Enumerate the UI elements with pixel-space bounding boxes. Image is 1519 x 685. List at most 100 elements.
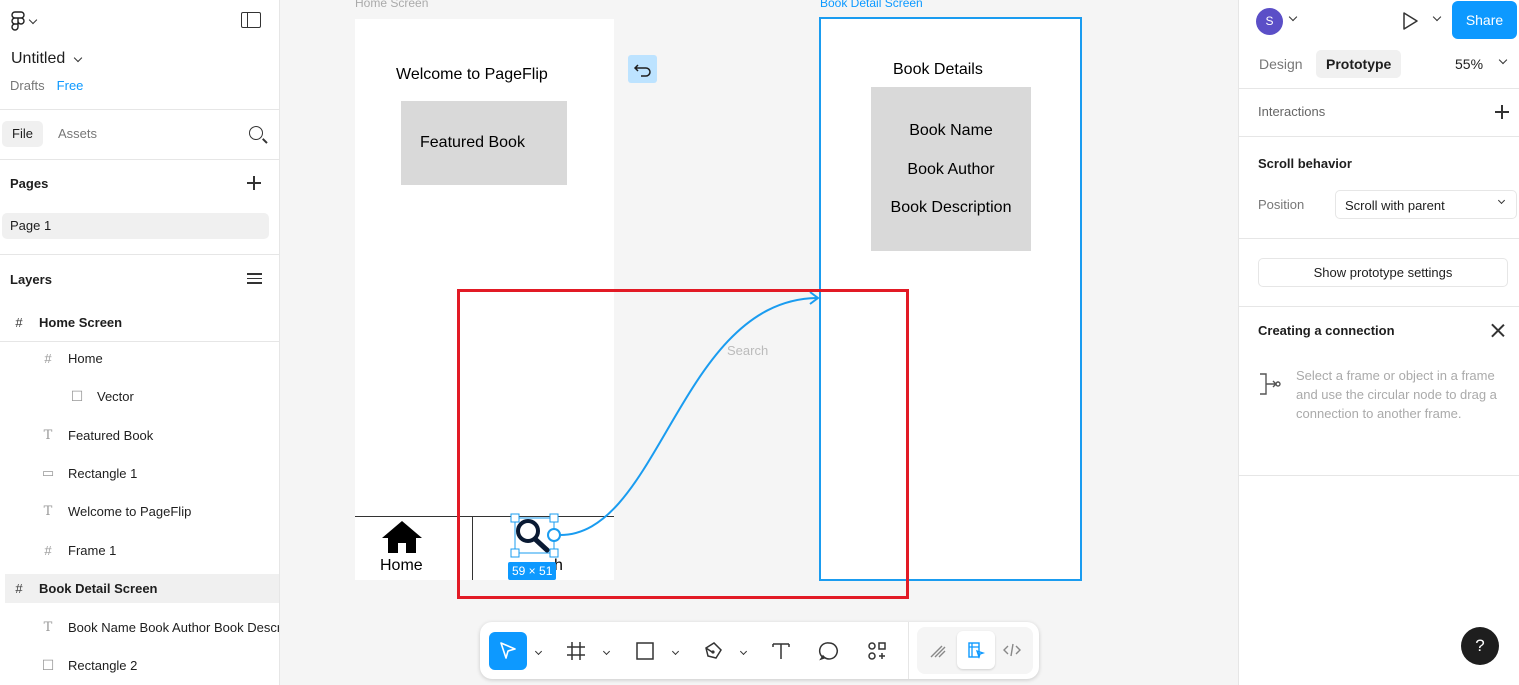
frame-icon [567, 642, 585, 660]
file-name[interactable]: Untitled [11, 50, 83, 68]
frame-icon: # [15, 581, 23, 596]
layers-filter-icon[interactable] [247, 273, 262, 286]
dev-mode-button[interactable] [993, 631, 1031, 669]
share-button[interactable]: Share [1452, 1, 1517, 39]
text-icon: T [43, 619, 53, 635]
chevron-down-icon[interactable] [671, 647, 680, 656]
drafts-link[interactable]: Drafts [10, 78, 45, 93]
divider [1239, 238, 1519, 239]
text-icon: T [43, 427, 53, 443]
layer-home[interactable]: # Home [0, 339, 279, 377]
layer-vector[interactable]: ☐ Vector [0, 377, 279, 415]
layer-label: Book Name Book Author Book Description [68, 619, 279, 635]
vector-icon: ☐ [70, 387, 84, 404]
position-select[interactable]: Scroll with parent [1335, 190, 1517, 219]
interactions-title: Interactions [1258, 104, 1326, 119]
draw-mode-button[interactable] [919, 631, 957, 669]
frame-tool-button[interactable] [557, 632, 595, 670]
design-mode-icon [968, 642, 986, 660]
pages-header: Pages [0, 160, 279, 206]
file-location: Drafts Free [10, 78, 83, 93]
scroll-behavior-title: Scroll behavior [1258, 156, 1352, 171]
frame-icon: # [15, 314, 23, 330]
canvas[interactable]: Home Screen Book Detail Screen Welcome t… [280, 0, 1238, 685]
resources-button[interactable] [858, 632, 896, 670]
present-icon[interactable] [1402, 12, 1418, 30]
text-icon: T [43, 503, 53, 519]
tab-design[interactable]: Design [1249, 50, 1313, 78]
plan-badge[interactable]: Free [57, 78, 84, 93]
creating-connection-title: Creating a connection [1258, 323, 1395, 338]
layer-rectangle-2[interactable]: ☐ Rectangle 2 [0, 646, 279, 684]
chevron-down-icon[interactable] [534, 647, 543, 656]
page-item[interactable]: Page 1 [2, 213, 269, 239]
layers-title: Layers [10, 272, 52, 287]
tab-file[interactable]: File [2, 121, 43, 147]
shape-tool-button[interactable] [626, 632, 664, 670]
layer-frame-1[interactable]: # Frame 1 [0, 531, 279, 569]
toolbar-divider [908, 622, 909, 679]
move-tool-button[interactable] [489, 632, 527, 670]
position-value: Scroll with parent [1345, 198, 1445, 213]
add-page-icon[interactable] [247, 176, 261, 190]
chevron-down-icon [1497, 196, 1506, 205]
text-icon [772, 643, 790, 659]
avatar[interactable]: S [1256, 8, 1283, 35]
bottom-toolbar [480, 622, 1039, 679]
chevron-down-icon[interactable] [1432, 12, 1442, 22]
layer-label: Vector [97, 388, 134, 404]
layer-label: Rectangle 1 [68, 465, 138, 481]
divider [0, 254, 279, 255]
code-icon [1003, 643, 1021, 657]
mode-switcher [917, 627, 1033, 674]
layer-label: Home Screen [39, 314, 123, 330]
layer-book-text[interactable]: T Book Name Book Author Book Description [0, 608, 279, 646]
layer-welcome[interactable]: T Welcome to PageFlip [0, 492, 279, 530]
sidebar-toggle-icon[interactable] [241, 12, 261, 28]
tab-prototype[interactable]: Prototype [1316, 50, 1402, 78]
rectangle-icon [636, 642, 654, 660]
file-name-label: Untitled [11, 50, 66, 67]
left-panel: Untitled Drafts Free File Assets Pages P… [0, 0, 280, 685]
rectangle-icon: ☐ [41, 656, 55, 673]
divider [1239, 306, 1519, 307]
text-tool-button[interactable] [762, 632, 800, 670]
connection-icon [1260, 373, 1281, 395]
layer-featured-book[interactable]: T Featured Book [0, 416, 279, 454]
rectangle-icon: ▭ [41, 465, 55, 480]
chevron-down-icon [28, 15, 38, 24]
layer-label: Featured Book [68, 427, 154, 443]
layer-label: Home [68, 350, 103, 366]
right-panel: S Share Design Prototype 55% Interaction… [1238, 0, 1519, 685]
help-button[interactable]: ? [1461, 627, 1499, 665]
zoom-value: 55% [1455, 56, 1484, 72]
frame-icon: # [44, 350, 52, 366]
layer-book-detail-screen[interactable]: # Book Detail Screen [5, 574, 279, 603]
chevron-down-icon[interactable] [1288, 12, 1298, 22]
chevron-down-icon[interactable] [739, 647, 748, 656]
layer-home-screen[interactable]: # Home Screen [0, 303, 279, 341]
tab-assets[interactable]: Assets [48, 121, 107, 147]
zoom-control[interactable]: 55% [1455, 56, 1483, 72]
design-mode-button[interactable] [957, 631, 995, 669]
chevron-down-icon[interactable] [602, 647, 611, 656]
add-interaction-icon[interactable] [1495, 105, 1509, 119]
divider [1239, 136, 1519, 137]
close-icon[interactable] [1491, 323, 1505, 337]
pen-tool-button[interactable] [694, 632, 732, 670]
chevron-down-icon [74, 53, 83, 62]
layer-label: Book Detail Screen [39, 581, 158, 596]
layer-rectangle-1[interactable]: ▭ Rectangle 1 [0, 454, 279, 492]
position-label: Position [1258, 197, 1305, 212]
search-icon[interactable] [249, 126, 263, 140]
chevron-down-icon[interactable] [1498, 55, 1508, 65]
file-header: Untitled Drafts Free [0, 0, 279, 110]
show-prototype-settings-button[interactable]: Show prototype settings [1258, 258, 1508, 287]
layer-label: Welcome to PageFlip [68, 503, 192, 519]
cursor-icon [500, 642, 516, 659]
divider [1239, 475, 1519, 476]
main-menu-button[interactable] [10, 11, 38, 31]
highlight-box [457, 289, 909, 599]
comment-tool-button[interactable] [810, 632, 848, 670]
pages-title: Pages [10, 176, 49, 191]
